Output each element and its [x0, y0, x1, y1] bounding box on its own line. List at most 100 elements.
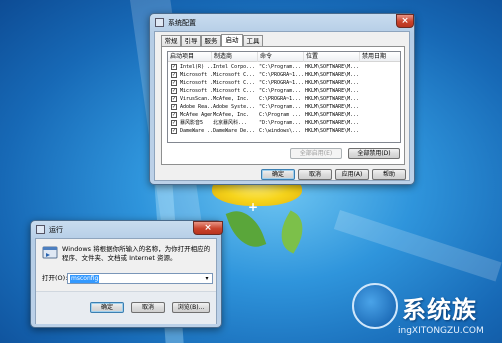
leaf-decoration: [272, 210, 312, 254]
table-cell: HKLM\SOFTWARE\M...: [305, 128, 360, 134]
table-cell: Microsoft C...: [213, 80, 256, 86]
msconfig-cancel-button[interactable]: 取消: [298, 169, 332, 180]
msconfig-app-icon: [155, 18, 164, 27]
table-cell: HKLM\SOFTWARE\M...: [305, 120, 360, 126]
run-browse-button[interactable]: 浏览(B)...: [172, 302, 210, 313]
table-cell: DameWare De...: [213, 128, 256, 134]
run-close-button[interactable]: ×: [193, 221, 223, 235]
table-cell: "C:\PROGRA~1...: [259, 80, 304, 86]
column-command[interactable]: 命令: [258, 52, 304, 62]
table-cell: Microsoft ...: [180, 72, 212, 78]
chevron-down-icon[interactable]: ▾: [203, 275, 211, 283]
run-ok-button[interactable]: 确定: [90, 302, 124, 313]
table-cell: [360, 119, 400, 127]
table-cell: McAfee, Inc.: [213, 112, 250, 118]
run-program-icon: [42, 246, 58, 260]
table-cell: [360, 111, 400, 119]
watermark-brand: 系统族: [402, 296, 477, 324]
light-beam: [333, 210, 502, 282]
run-titlebar[interactable]: 运行 ×: [31, 221, 223, 239]
startup-tab-panel: 启动项目 制造商 命令 位置 禁用日期 ✓Intel(R) ...Intel C…: [161, 46, 405, 165]
table-cell: McAfee Agent: [180, 112, 212, 118]
table-cell: HKLM\SOFTWARE\M...: [305, 80, 360, 86]
column-location[interactable]: 位置: [304, 52, 360, 62]
table-cell: Microsoft C...: [213, 88, 256, 94]
table-cell: DameWare ...: [180, 128, 212, 134]
table-cell: C:\PROGRA~1...: [259, 96, 302, 102]
watermark-url: ingXITONGZU.COM: [398, 326, 484, 336]
tab-startup[interactable]: 启动: [221, 34, 243, 46]
msconfig-apply-button[interactable]: 应用(A): [335, 169, 369, 180]
enable-all-button[interactable]: 全部启用(E): [290, 148, 342, 159]
table-cell: [360, 127, 400, 135]
table-row[interactable]: ✓Microsoft ...Microsoft C..."C:\PROGRA~1…: [168, 71, 400, 79]
table-cell: McAfee, Inc.: [213, 96, 250, 102]
row-checkbox[interactable]: ✓: [171, 64, 177, 70]
table-cell: "D:\Program...: [259, 120, 302, 126]
row-checkbox[interactable]: ✓: [171, 128, 177, 134]
run-cancel-button[interactable]: 取消: [131, 302, 165, 313]
msconfig-client-area: 常规 引导 服务 启动 工具 启动项目 制造商 命令 位置 禁用日期 ✓ Inte…: [154, 31, 410, 181]
msconfig-ok-button[interactable]: 确定: [261, 169, 295, 180]
table-row[interactable]: ✓DameWare ...DameWare De...C:\windows\..…: [168, 127, 400, 135]
table-cell: "C:\PROGRA~1...: [259, 72, 304, 78]
table-row[interactable]: ✓ 暴风影音5 北京暴风科... "D:\Program... HKLM\SOFTWAR…: [168, 119, 400, 127]
msconfig-close-button[interactable]: ×: [396, 14, 414, 28]
table-cell: Microsoft ...: [180, 88, 212, 94]
msconfig-titlebar[interactable]: 系统配置 ×: [150, 14, 414, 32]
table-cell: HKLM\SOFTWARE\M...: [305, 64, 360, 70]
table-cell: Adobe Syste...: [213, 104, 256, 110]
run-app-icon: [36, 225, 45, 234]
table-cell: 北京暴风科...: [213, 120, 248, 126]
open-label: 打开(O):: [42, 274, 68, 282]
table-cell: HKLM\SOFTWARE\M...: [305, 112, 360, 118]
list-header: 启动项目 制造商 命令 位置 禁用日期: [168, 52, 400, 62]
column-manufacturer[interactable]: 制造商: [212, 52, 258, 62]
watermark-logo-icon: [352, 283, 398, 329]
table-cell: HKLM\SOFTWARE\M...: [305, 72, 360, 78]
table-cell: 暴风影音5: [180, 120, 204, 126]
row-checkbox[interactable]: ✓: [171, 80, 177, 86]
table-cell: HKLM\SOFTWARE\M...: [305, 88, 360, 94]
table-cell: Microsoft ...: [180, 80, 212, 86]
table-row[interactable]: ✓Adobe Rea...Adobe Syste..."C:\Program..…: [168, 103, 400, 111]
table-cell: HKLM\SOFTWARE\M...: [305, 96, 360, 102]
column-disabled-date[interactable]: 禁用日期: [360, 52, 400, 62]
tab-tools[interactable]: 工具: [243, 35, 263, 46]
row-checkbox[interactable]: ✓: [171, 112, 177, 118]
open-combobox[interactable]: msconfig ▾: [67, 273, 213, 284]
table-cell: C:\windows\...: [259, 128, 302, 134]
row-checkbox[interactable]: ✓: [171, 104, 177, 110]
tab-services[interactable]: 服务: [201, 35, 221, 46]
table-row[interactable]: ✓Intel(R) ...Intel Corpo..."C:\Program..…: [168, 63, 400, 71]
row-checkbox[interactable]: ✓: [171, 72, 177, 78]
table-cell: [360, 63, 400, 71]
disable-all-button[interactable]: 全部禁用(D): [348, 148, 400, 159]
table-cell: [360, 95, 400, 103]
table-cell: VirusScan...: [180, 96, 212, 102]
msconfig-title: 系统配置: [168, 19, 196, 27]
tab-boot[interactable]: 引导: [181, 35, 201, 46]
msconfig-help-button[interactable]: 帮助: [372, 169, 406, 180]
open-input-value[interactable]: msconfig: [70, 275, 100, 283]
table-row[interactable]: ✓VirusScan...McAfee, Inc. C:\PROGRA~1...H…: [168, 95, 400, 103]
column-startup-item[interactable]: 启动项目: [168, 52, 212, 62]
table-cell: HKLM\SOFTWARE\M...: [305, 104, 360, 110]
row-checkbox[interactable]: ✓: [171, 88, 177, 94]
row-checkbox[interactable]: ✓: [171, 96, 177, 102]
table-row[interactable]: ✓Microsoft ...Microsoft C..."C:\PROGRA~1…: [168, 79, 400, 87]
table-cell: Microsoft C...: [213, 72, 256, 78]
run-description: Windows 将根据你所输入的名称，为你打开相应的程序、文件夹、文档或 Int…: [62, 245, 211, 262]
run-dialog-window: 运行 × Windows 将根据你所输入的名称，为你打开相应的程序、文件夹、文档…: [30, 220, 223, 328]
table-row[interactable]: ✓Microsoft ...Microsoft C..."C:\Program.…: [168, 87, 400, 95]
table-cell: [360, 71, 400, 79]
table-cell: Intel Corpo...: [213, 64, 256, 70]
run-client-area: Windows 将根据你所输入的名称，为你打开相应的程序、文件夹、文档或 Int…: [35, 238, 217, 324]
startup-items-list[interactable]: 启动项目 制造商 命令 位置 禁用日期 ✓Intel(R) ...Intel C…: [167, 51, 401, 143]
run-title: 运行: [49, 226, 63, 234]
table-cell: Adobe Rea...: [180, 104, 212, 110]
tab-general[interactable]: 常规: [161, 35, 181, 46]
table-cell: [360, 87, 400, 95]
row-checkbox[interactable]: ✓: [171, 120, 177, 126]
table-row[interactable]: ✓McAfee AgentMcAfee, Inc. C:\Program ...H…: [168, 111, 400, 119]
